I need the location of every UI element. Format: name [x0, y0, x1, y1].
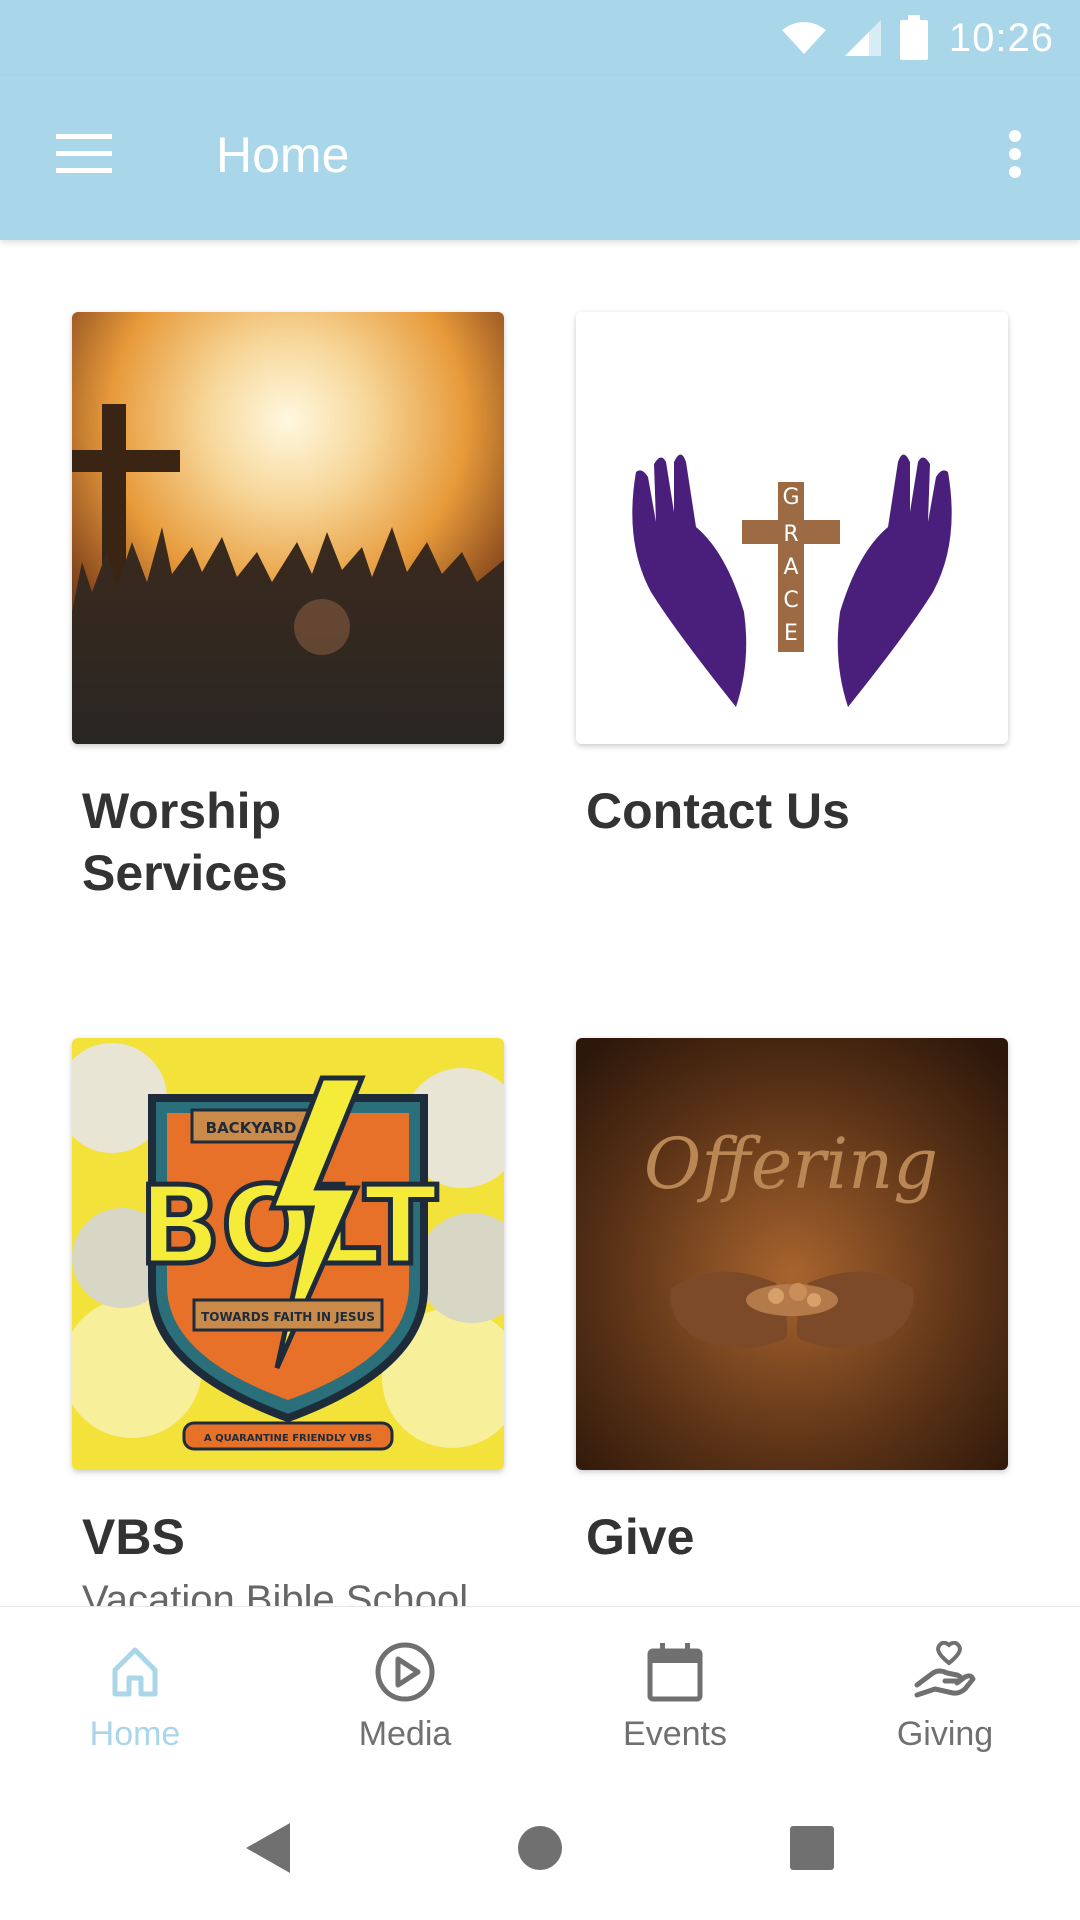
tile-title: VBS	[82, 1509, 185, 1565]
page-title: Home	[216, 127, 350, 183]
system-navigation-bar	[0, 1776, 1080, 1920]
nav-home[interactable]: Home	[0, 1607, 270, 1776]
nav-label: Home	[89, 1715, 181, 1753]
status-bar: 10:26	[0, 0, 1080, 76]
svg-text:C: C	[783, 588, 798, 613]
tile-vbs[interactable]: BACKYARD BOLT TOWARDS FAITH IN JESUS A Q…	[72, 1038, 504, 1606]
status-time: 10:26	[948, 15, 1054, 60]
vbs-image: BACKYARD BOLT TOWARDS FAITH IN JESUS A Q…	[72, 1038, 504, 1470]
svg-text:E: E	[784, 621, 798, 646]
tile-title: Worship Services	[82, 780, 504, 904]
grace-letters: G R A C E	[782, 485, 799, 646]
system-back-button[interactable]	[218, 1798, 318, 1898]
bottom-navigation: Home Media Events Giving	[0, 1606, 1080, 1776]
svg-text:R: R	[783, 522, 798, 547]
app-bar: Home	[0, 76, 1080, 240]
home-circle-icon	[518, 1826, 562, 1870]
nav-label: Media	[358, 1715, 452, 1753]
play-circle-icon	[374, 1637, 436, 1707]
nav-giving[interactable]: Giving	[810, 1607, 1080, 1776]
wifi-icon	[781, 20, 827, 56]
recents-square-icon	[790, 1826, 834, 1870]
svg-text:G: G	[782, 485, 799, 510]
grace-logo-image: G R A C E	[576, 312, 1008, 744]
offering-image: Offering	[576, 1038, 1008, 1470]
worship-image	[72, 312, 504, 744]
signal-icon	[843, 18, 883, 58]
vbs-footer-text: A QUARANTINE FRIENDLY VBS	[204, 1433, 372, 1444]
tile-title: Contact Us	[586, 783, 850, 839]
giving-hand-heart-icon	[913, 1637, 977, 1707]
home-grid: Worship Services G R A C E Contact Us BA…	[0, 240, 1080, 1606]
battery-icon	[899, 15, 929, 61]
nav-label: Giving	[896, 1715, 994, 1753]
svg-text:A: A	[783, 555, 798, 580]
home-icon	[107, 1637, 163, 1707]
back-triangle-icon	[246, 1823, 290, 1873]
menu-button[interactable]	[38, 114, 130, 194]
nav-label: Events	[623, 1715, 727, 1753]
overflow-menu-button[interactable]	[980, 114, 1050, 194]
tile-contact-us[interactable]: G R A C E Contact Us	[576, 312, 1008, 842]
system-recents-button[interactable]	[762, 1798, 862, 1898]
more-vert-icon	[1009, 130, 1021, 178]
tile-title: Give	[586, 1509, 695, 1565]
tile-title-text: Worship Services	[82, 783, 288, 901]
tile-give[interactable]: Offering Give	[576, 1038, 1008, 1568]
nav-media[interactable]: Media	[270, 1607, 540, 1776]
hamburger-icon	[56, 134, 112, 173]
tile-worship-services[interactable]: Worship Services	[72, 312, 504, 904]
offering-script-text: Offering	[644, 1123, 938, 1205]
vbs-ribbon-text: TOWARDS FAITH IN JESUS	[201, 1310, 375, 1324]
calendar-icon	[646, 1637, 704, 1707]
tile-subtitle: Vacation Bible School	[82, 1578, 469, 1606]
system-home-button[interactable]	[490, 1798, 590, 1898]
nav-events[interactable]: Events	[540, 1607, 810, 1776]
vbs-top-text: BACKYARD	[206, 1119, 297, 1137]
